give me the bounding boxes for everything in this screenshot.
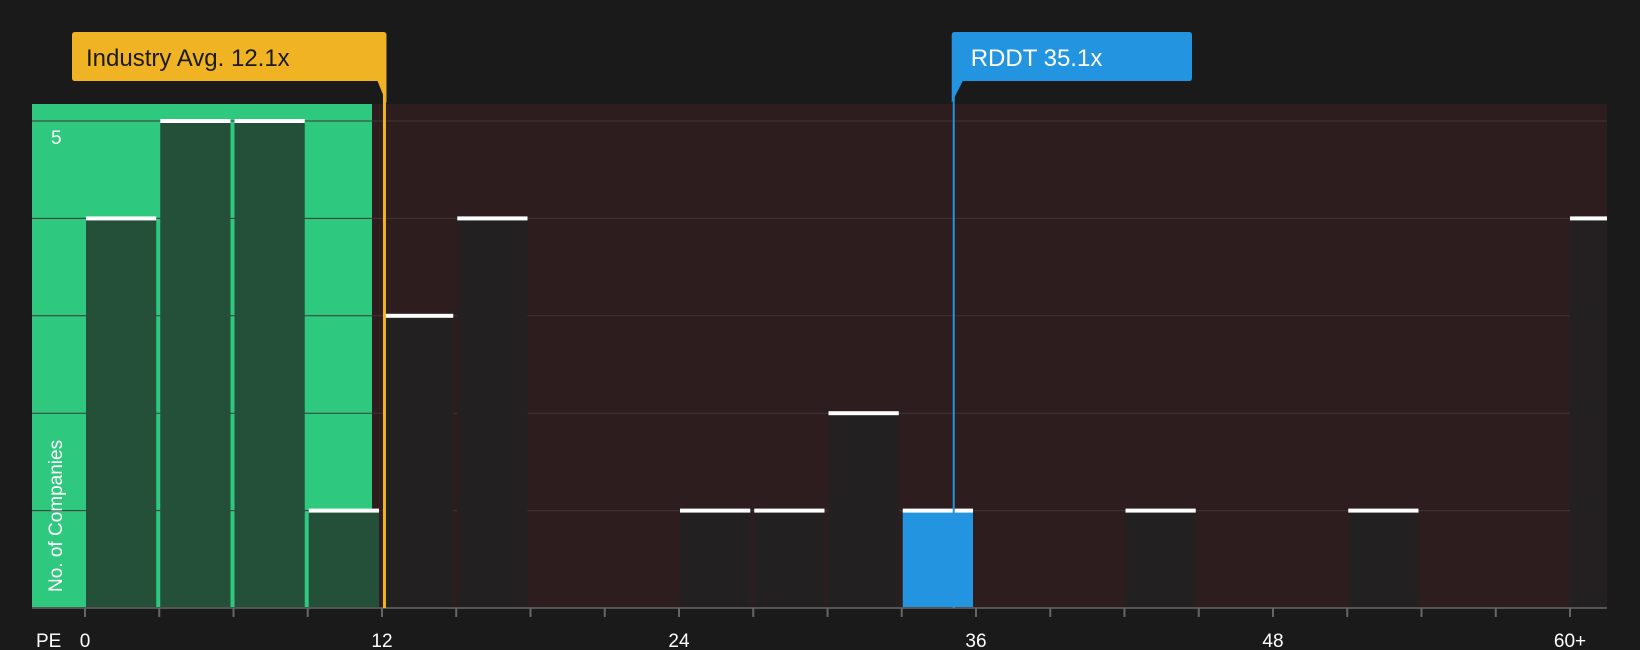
bar-top-cap — [234, 119, 305, 123]
histogram-bar — [680, 510, 751, 608]
expensive-zone — [372, 104, 1607, 608]
histogram-bar — [1348, 510, 1419, 608]
x-tick-label: 60+ — [1554, 631, 1586, 650]
x-axis-label: PE — [36, 631, 61, 650]
histogram-bar — [457, 218, 528, 608]
histogram-bar — [383, 315, 454, 608]
histogram-bar — [1570, 218, 1607, 608]
x-tick-label: 0 — [80, 631, 91, 650]
bar-top-cap — [457, 216, 528, 221]
histogram-bar — [308, 510, 379, 608]
bar-top-cap — [1125, 508, 1196, 513]
histogram-bar — [86, 218, 157, 608]
y-tick-label: 5 — [51, 128, 62, 149]
bar-top-cap — [754, 508, 825, 513]
histogram-bar — [828, 413, 899, 608]
bar-top-cap — [1570, 216, 1607, 221]
company-pe-label: RDDT 35.1x — [971, 45, 1103, 72]
pe-distribution-chart: 0 12 24 36 48 60+ 5 No. of Companies PE Indus… — [32, 32, 1607, 650]
bar-top-cap — [86, 216, 157, 221]
bar-top-cap — [680, 508, 751, 513]
x-axis-ticks: 0 12 24 36 48 60+ — [80, 608, 1586, 650]
bar-top-cap — [828, 411, 899, 416]
histogram-bar — [1125, 510, 1196, 608]
x-tick-label: 48 — [1262, 631, 1283, 650]
x-tick-label: 24 — [668, 631, 690, 650]
bar-top-cap — [902, 508, 973, 513]
industry-average-label: Industry Avg. 12.1x — [86, 45, 290, 72]
histogram-bar — [160, 121, 231, 608]
bar-top-cap — [160, 119, 231, 123]
bar-top-cap — [308, 508, 379, 513]
histogram-bar — [234, 121, 305, 608]
highlighted-bar — [902, 510, 973, 608]
histogram-bar — [754, 510, 825, 608]
y-axis-label: No. of Companies — [46, 440, 67, 592]
x-tick-label: 36 — [965, 631, 986, 650]
bar-top-cap — [1348, 508, 1419, 513]
x-tick-label: 12 — [371, 631, 392, 650]
bar-top-cap — [383, 313, 454, 318]
